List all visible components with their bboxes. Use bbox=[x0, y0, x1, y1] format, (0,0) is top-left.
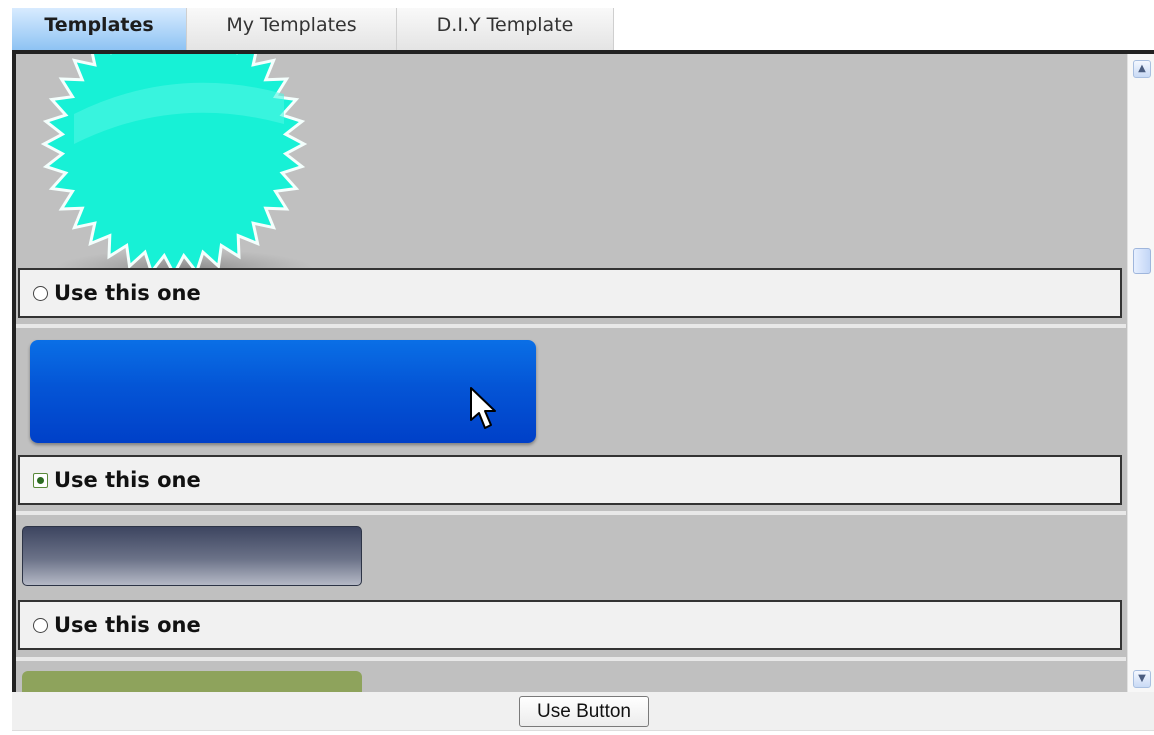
scroll-up-arrow-icon[interactable]: ▲ bbox=[1133, 60, 1151, 78]
tab-diy-template[interactable]: D.I.Y Template bbox=[397, 8, 614, 50]
template-radio-1[interactable] bbox=[33, 285, 48, 301]
templates-panel: Use this one Use this one Use this one ▲… bbox=[12, 50, 1154, 692]
vertical-scrollbar[interactable]: ▲ ▼ bbox=[1127, 54, 1154, 692]
blue-button-preview bbox=[30, 340, 536, 443]
olive-button-preview bbox=[22, 671, 362, 692]
template-option-label-1: Use this one bbox=[54, 281, 201, 305]
template-option-3[interactable]: Use this one bbox=[18, 600, 1122, 650]
scroll-down-arrow-icon[interactable]: ▼ bbox=[1133, 670, 1151, 688]
template-option-label-3: Use this one bbox=[54, 613, 201, 637]
footer-bar: Use Button bbox=[12, 692, 1154, 731]
divider bbox=[16, 324, 1126, 328]
divider bbox=[16, 511, 1126, 515]
tab-templates[interactable]: Templates bbox=[12, 8, 187, 50]
template-option-label-2: Use this one bbox=[54, 468, 201, 492]
slate-button-preview bbox=[22, 526, 362, 586]
template-radio-2[interactable] bbox=[33, 472, 48, 488]
mouse-cursor-icon bbox=[470, 387, 496, 429]
tab-my-templates[interactable]: My Templates bbox=[187, 8, 397, 50]
divider bbox=[16, 657, 1126, 661]
templates-list: Use this one Use this one Use this one bbox=[16, 54, 1128, 692]
starburst-preview bbox=[40, 54, 314, 289]
use-button[interactable]: Use Button bbox=[519, 696, 649, 727]
scrollbar-thumb[interactable] bbox=[1133, 248, 1151, 274]
template-option-1[interactable]: Use this one bbox=[18, 268, 1122, 318]
tab-bar: Templates My Templates D.I.Y Template bbox=[12, 8, 614, 50]
template-radio-3[interactable] bbox=[33, 617, 48, 633]
template-option-2[interactable]: Use this one bbox=[18, 455, 1122, 505]
